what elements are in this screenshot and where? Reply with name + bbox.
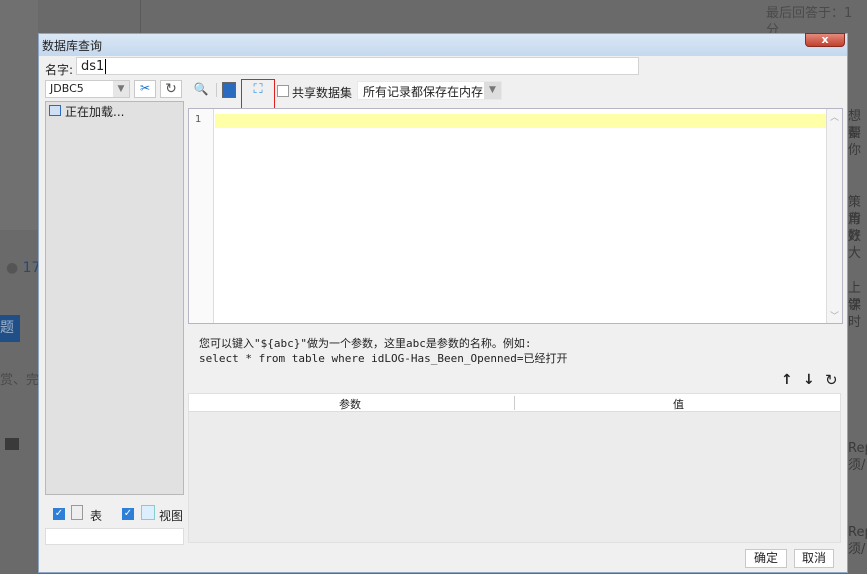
refresh-icon: ↻ (165, 81, 177, 97)
dialog-title: 数据库查询 (42, 39, 103, 53)
move-down-button[interactable]: ↓ (803, 372, 815, 388)
cancel-button[interactable]: 取消 (794, 549, 834, 568)
table-icon (71, 505, 83, 520)
arrow-up-icon: ↑ (781, 372, 793, 388)
user-icon: ● (6, 260, 19, 276)
storage-select[interactable]: 所有记录都保存在内存中 ▼ (357, 81, 502, 100)
line-gutter: 1 (189, 109, 214, 323)
sql-editor[interactable]: 1 ︿ ﹀ (188, 108, 843, 324)
filter-view-checkbox[interactable]: ✓ (122, 508, 134, 520)
tree-loading-text: 正在加载... (65, 105, 125, 119)
chevron-down-icon: ▼ (113, 81, 129, 97)
bg-text: Rep (848, 525, 867, 540)
filter-table-checkbox[interactable]: ✓ (53, 508, 65, 520)
expand-icon: ⛶ (253, 82, 263, 97)
database-query-dialog: 数据库查询 x 名字: ds1 JDBC5 ▼ ✂ ↻ 🔍 ⛶ 共享数据集 所有记… (38, 33, 848, 573)
table-search-input[interactable] (45, 528, 184, 545)
share-dataset-label: 共享数据集 (292, 86, 353, 100)
name-input[interactable]: ds1 (76, 57, 639, 75)
filter-table-label: 表 (90, 509, 103, 523)
preview-icon: 🔍 (193, 82, 209, 96)
close-button[interactable]: x (805, 33, 845, 47)
preview-button[interactable]: 🔍 (193, 82, 209, 98)
column-divider (514, 396, 515, 410)
scroll-up-icon: ︿ (830, 113, 840, 123)
bg-text: Rep (848, 441, 867, 456)
refresh-icon: ↻ (825, 371, 838, 389)
hint-line-1: 您可以键入"${abc}"做为一个参数，这里abc是参数的名称。例如: (199, 337, 532, 350)
bg-thumbnail (0, 0, 38, 230)
expand-button[interactable]: ⛶ (249, 83, 267, 99)
bg-text: 好大 (848, 229, 862, 261)
database-icon (49, 105, 61, 116)
line-number: 1 (195, 114, 202, 125)
bg-text: 须/ (848, 542, 866, 557)
share-dataset-checkbox[interactable] (277, 85, 289, 97)
view-icon (141, 505, 155, 520)
name-label: 名字: (45, 63, 74, 77)
hint-line-2: select * from table where idLOG-Has_Been… (199, 352, 568, 365)
briefcase-icon (5, 438, 19, 450)
connection-select-value: JDBC5 (50, 82, 84, 95)
editor-scrollbar[interactable]: ︿ ﹀ (826, 109, 842, 323)
header-parameter: 参数 (339, 398, 361, 411)
ok-button[interactable]: 确定 (745, 549, 787, 568)
current-line-highlight (215, 114, 827, 128)
filter-view-label: 视图 (159, 509, 184, 523)
bg-blue-button: 题 (0, 315, 20, 342)
parameter-table: 参数 值 (188, 393, 841, 543)
name-value: ds1 (81, 59, 105, 74)
parameter-hint: 您可以键入"${abc}"做为一个参数，这里abc是参数的名称。例如: sele… (199, 336, 568, 366)
move-up-button[interactable]: ↑ (781, 372, 793, 388)
parameter-table-header: 参数 值 (189, 394, 840, 412)
table-tree-panel[interactable]: 正在加载... (45, 101, 184, 495)
arrow-down-icon: ↓ (803, 372, 815, 388)
tools-icon: ✂ (139, 81, 151, 95)
bg-text: 须/ (848, 458, 866, 473)
header-value: 值 (673, 398, 684, 411)
dialog-title-bar: 数据库查询 x (39, 33, 847, 56)
save-sql-button[interactable] (222, 82, 236, 98)
edit-connection-button[interactable]: ✂ (134, 80, 156, 98)
scroll-down-icon: ﹀ (830, 312, 840, 322)
connection-select[interactable]: JDBC5 ▼ (45, 80, 130, 98)
refresh-params-button[interactable]: ↻ (825, 371, 838, 389)
toolbar-divider (216, 83, 217, 97)
bg-text: 帮你 (848, 126, 862, 158)
bg-text: 赏、完 (0, 373, 40, 388)
bg-text: 课时 (848, 298, 862, 330)
refresh-connection-button[interactable]: ↻ (160, 80, 182, 98)
bg-divider (140, 0, 141, 33)
chevron-down-icon: ▼ (484, 82, 501, 99)
storage-select-value: 所有记录都保存在内存中 (363, 85, 496, 99)
